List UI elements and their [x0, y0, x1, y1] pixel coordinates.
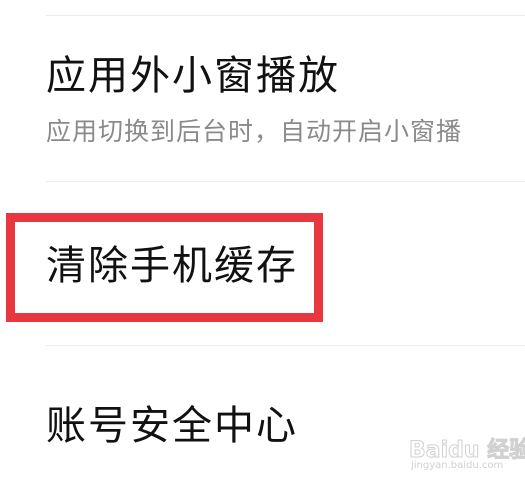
settings-item-subtitle: 应用切换到后台时，自动开启小窗播 [46, 117, 463, 146]
settings-item-title: 清除手机缓存 [46, 243, 298, 289]
settings-item-title: 应用外小窗播放 [46, 53, 340, 99]
settings-item-pip-playback[interactable]: 应用外小窗播放 应用切换到后台时，自动开启小窗播 [0, 20, 525, 180]
watermark-url: jingyan.baidu.com [411, 460, 504, 471]
baidu-jingyan-watermark: Baidu 经验 jingyan.baidu.com [408, 432, 525, 474]
settings-item-clear-cache[interactable]: 清除手机缓存 [0, 182, 525, 344]
divider [46, 15, 525, 16]
settings-item-title: 账号安全中心 [46, 403, 298, 449]
